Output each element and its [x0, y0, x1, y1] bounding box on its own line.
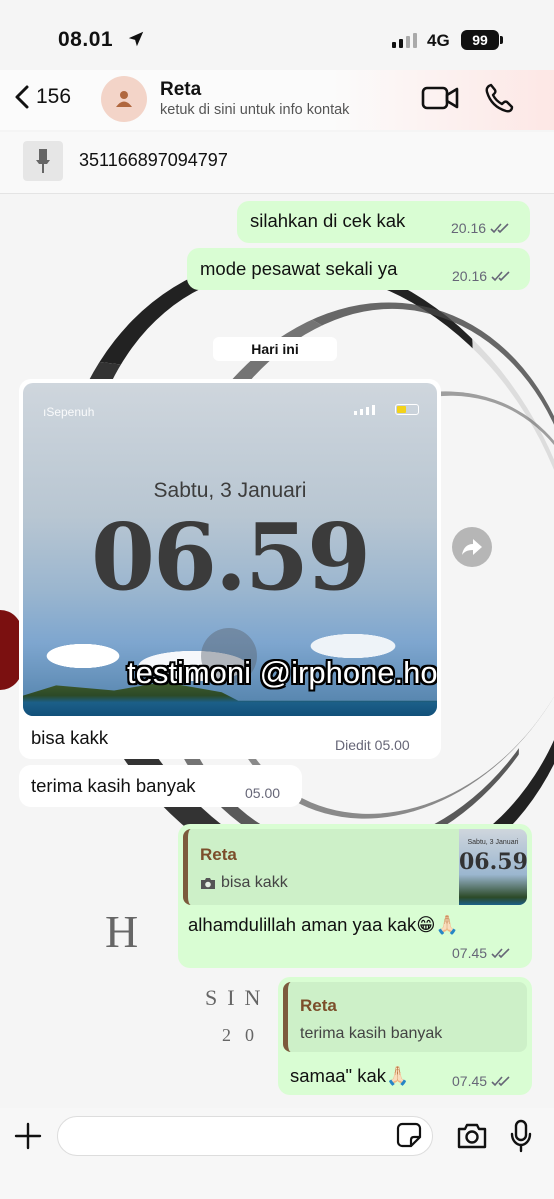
contact-name[interactable]: Reta — [160, 79, 201, 101]
status-time: 08.01 — [58, 28, 114, 51]
cell-signal-icon — [392, 32, 417, 48]
message-bubble-incoming[interactable]: terima kasih banyak 05.00 — [19, 765, 302, 807]
status-bar: 08.01 4G 99 — [0, 0, 554, 74]
quoted-text-row: bisa kakk — [200, 874, 288, 892]
quoted-text: bisa kakk — [221, 874, 288, 891]
quoted-reply[interactable]: Reta bisa kakk Sabtu, 3 Januari 06.59 — [183, 829, 527, 905]
message-input[interactable] — [57, 1116, 433, 1156]
read-ticks-icon — [491, 1076, 510, 1087]
quoted-sender: Reta — [200, 845, 237, 864]
network-type: 4G — [427, 31, 450, 50]
message-text: samaa" kak🙏🏻 — [290, 1065, 410, 1086]
thumbnail-date: Sabtu, 3 Januari — [467, 839, 519, 846]
wallpaper-year: 20 — [222, 1025, 268, 1045]
battery-indicator: 99 — [461, 30, 503, 50]
location-arrow-icon — [128, 31, 144, 47]
contact-info-hint[interactable]: ketuk di sini untuk info kontak — [160, 102, 349, 118]
photo-lock-date: Sabtu, 3 Januari — [153, 479, 307, 502]
lockscreen-photo[interactable]: ıSepenuh Sabtu, 3 Januari 06.59 testimon… — [23, 383, 437, 716]
message-composer — [0, 1108, 554, 1199]
image-message-incoming[interactable]: ıSepenuh Sabtu, 3 Januari 06.59 testimon… — [19, 379, 441, 759]
quoted-text: terima kasih banyak — [300, 1025, 443, 1042]
read-ticks-icon — [491, 271, 510, 282]
read-ticks-icon — [490, 223, 509, 234]
person-icon — [116, 91, 132, 107]
message-time: 20.16 — [451, 220, 487, 236]
message-time: 07.45 — [452, 945, 488, 961]
message-text: silahkan di cek kak — [250, 210, 406, 231]
date-separator: Hari ini — [213, 337, 337, 361]
sticker-icon[interactable] — [396, 1122, 422, 1148]
mic-icon[interactable] — [509, 1119, 533, 1153]
photo-battery-icon — [395, 404, 419, 415]
camera-icon — [201, 877, 215, 889]
forward-icon — [462, 539, 482, 555]
wallpaper-word: SIN — [205, 985, 271, 1010]
wallpaper-letter: H — [105, 906, 141, 957]
back-button[interactable]: 156 — [12, 84, 71, 110]
message-meta: 20.16 — [452, 268, 511, 284]
edited-meta: Diedit 05.00 — [335, 737, 410, 753]
chat-header: 156 Reta ketuk di sini untuk info kontak — [0, 70, 554, 130]
avatar[interactable] — [101, 76, 147, 122]
quoted-sender: Reta — [300, 996, 337, 1015]
message-time: 07.45 — [452, 1073, 488, 1089]
message-text: terima kasih banyak — [31, 775, 196, 796]
quoted-thumbnail: Sabtu, 3 Januari 06.59 — [459, 829, 527, 905]
message-bubble-outgoing[interactable]: Reta bisa kakk Sabtu, 3 Januari 06.59 al… — [178, 824, 532, 968]
photo-signal-icon — [354, 405, 375, 415]
message-meta: 07.45 — [452, 1073, 511, 1089]
message-text: alhamdulillah aman yaa kak😁🙏🏻 — [188, 914, 459, 935]
message-meta: 07.45 — [452, 945, 511, 961]
message-bubble-outgoing[interactable]: silahkan di cek kak 20.16 — [237, 201, 530, 243]
message-bubble-outgoing[interactable]: mode pesawat sekali ya 20.16 — [187, 248, 530, 290]
photo-carrier-text: ıSepenuh — [43, 405, 95, 419]
chevron-left-icon — [15, 85, 29, 109]
forward-button[interactable] — [452, 527, 492, 567]
pin-icon-box — [23, 141, 63, 181]
camera-icon[interactable] — [456, 1122, 488, 1150]
pinned-message-text: 351166897094797 — [79, 150, 228, 170]
phone-icon[interactable] — [484, 82, 514, 114]
message-meta: 20.16 — [451, 220, 510, 236]
pin-icon — [36, 149, 50, 173]
message-time: 20.16 — [452, 268, 488, 284]
photo-lock-time: 06.59 — [90, 503, 371, 611]
video-call-icon[interactable] — [421, 84, 459, 112]
thumbnail-time: 06.59 — [459, 849, 527, 875]
plus-icon[interactable] — [14, 1122, 42, 1150]
photo-watermark-text: testimoni @irphone.house — [127, 655, 437, 690]
message-text: mode pesawat sekali ya — [200, 258, 398, 279]
unread-count: 156 — [36, 85, 72, 108]
message-bubble-outgoing[interactable]: Reta terima kasih banyak samaa" kak🙏🏻 07… — [278, 977, 532, 1095]
quoted-reply[interactable]: Reta terima kasih banyak — [283, 982, 527, 1052]
pinned-message-bar[interactable]: 351166897094797 — [0, 132, 554, 194]
message-time: 05.00 — [245, 785, 281, 801]
image-caption: bisa kakk — [31, 727, 109, 748]
read-ticks-icon — [491, 948, 510, 959]
